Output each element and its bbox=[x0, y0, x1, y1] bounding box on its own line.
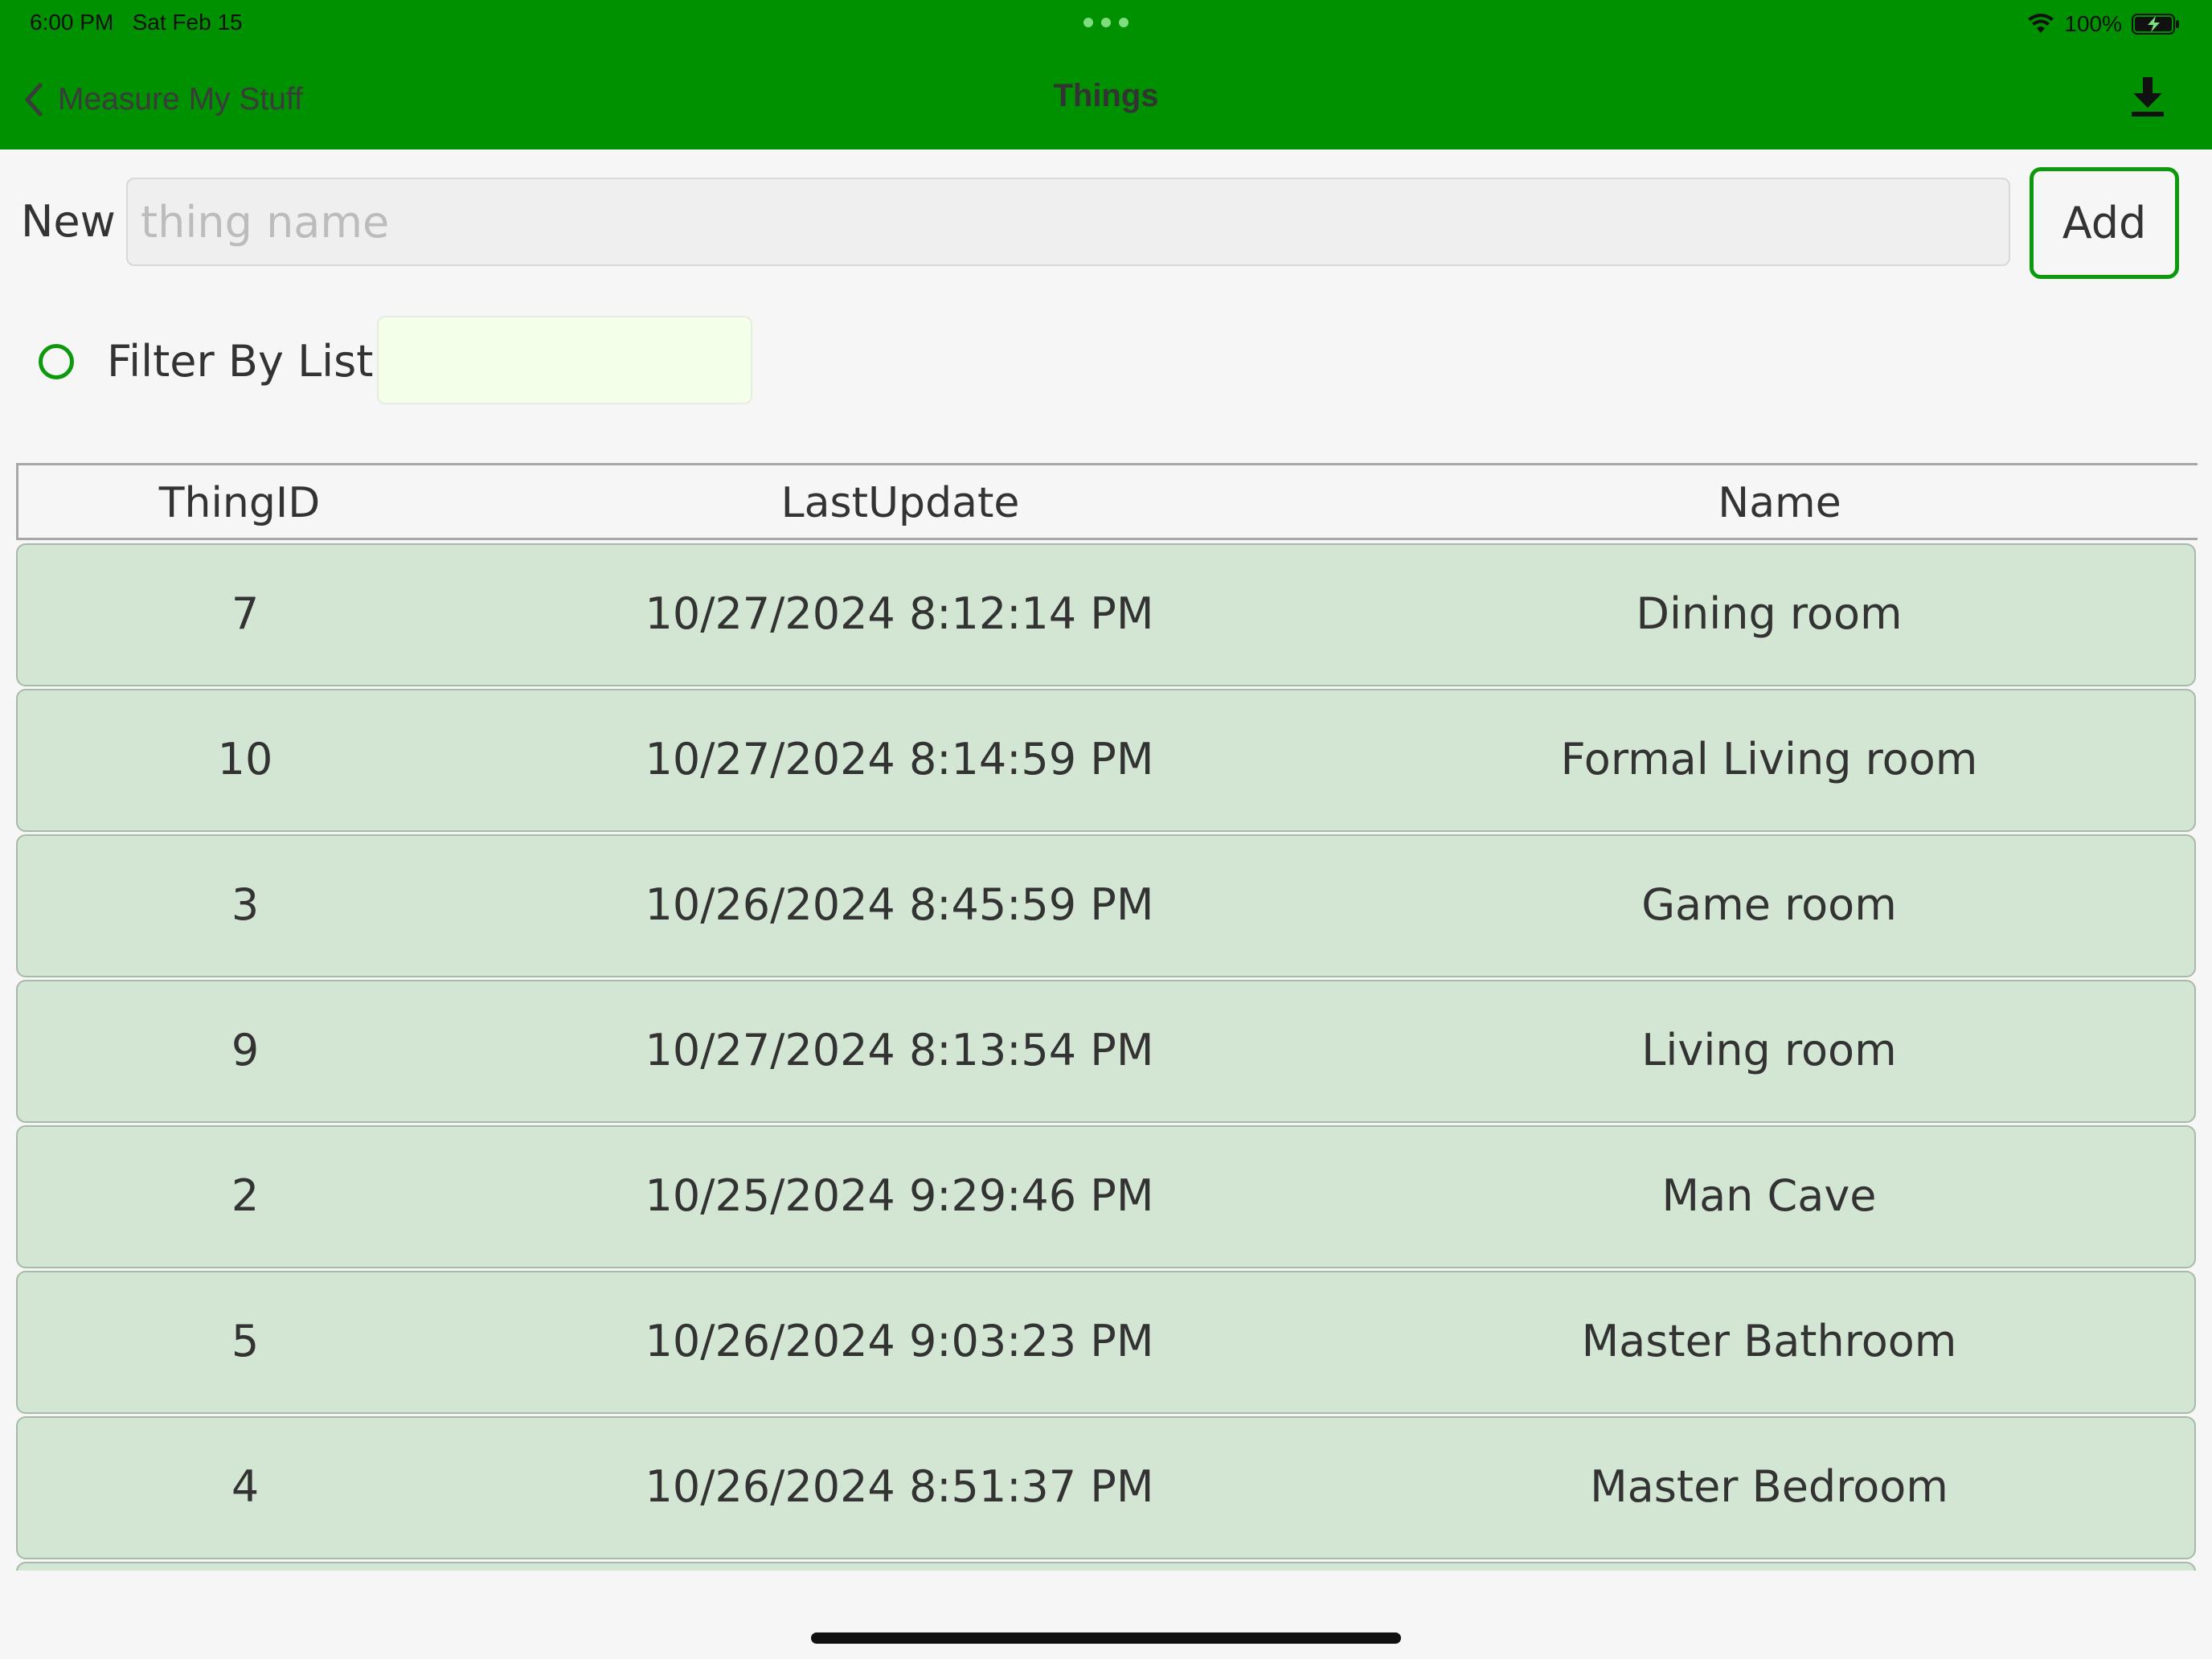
thing-id-cell: 5 bbox=[231, 1316, 260, 1366]
new-thing-label: New bbox=[21, 196, 116, 247]
thing-name-cell: Master Bedroom bbox=[1590, 1461, 1948, 1512]
thing-id-cell: 3 bbox=[231, 879, 260, 930]
table-header bbox=[16, 463, 2198, 540]
back-button[interactable]: Measure My Stuff bbox=[21, 76, 303, 124]
last-update-cell: 10/27/2024 8:14:59 PM bbox=[645, 734, 1154, 784]
last-update-cell: 10/26/2024 9:03:23 PM bbox=[645, 1316, 1154, 1366]
home-indicator[interactable] bbox=[811, 1632, 1401, 1644]
things-list[interactable]: 7 10/27/2024 8:12:14 PM Dining room 10 1… bbox=[16, 543, 2196, 1571]
column-header-thingid[interactable]: ThingID bbox=[159, 479, 321, 527]
status-time: 6:00 PM bbox=[30, 10, 114, 35]
filter-list-input[interactable] bbox=[377, 316, 752, 404]
thing-name-cell: Dining room bbox=[1636, 588, 1903, 639]
last-update-cell: 10/26/2024 8:45:59 PM bbox=[645, 879, 1154, 930]
filter-by-list-label: Filter By List bbox=[107, 336, 374, 387]
table-row-partial[interactable] bbox=[16, 1562, 2196, 1571]
table-row[interactable]: 2 10/25/2024 9:29:46 PM Man Cave bbox=[16, 1125, 2196, 1268]
battery-charging-icon bbox=[2132, 14, 2179, 35]
filter-by-list-radio[interactable] bbox=[39, 344, 74, 379]
navigation-bar: 6:00 PM Sat Feb 15 100% Measure My Stuff… bbox=[0, 0, 2212, 150]
thing-name-cell: Master Bathroom bbox=[1581, 1316, 1957, 1366]
table-row[interactable]: 3 10/26/2024 8:45:59 PM Game room bbox=[16, 834, 2196, 977]
wifi-icon bbox=[2028, 14, 2054, 33]
page-title: Things bbox=[1053, 78, 1159, 113]
thing-name-cell: Formal Living room bbox=[1560, 734, 1978, 784]
battery-percentage: 100% bbox=[2064, 11, 2122, 36]
download-icon bbox=[2132, 77, 2164, 117]
thing-name-cell: Living room bbox=[1641, 1025, 1897, 1075]
table-row[interactable]: 5 10/26/2024 9:03:23 PM Master Bathroom bbox=[16, 1271, 2196, 1414]
multitasking-dots-icon[interactable] bbox=[1083, 18, 1129, 31]
table-row[interactable]: 7 10/27/2024 8:12:14 PM Dining room bbox=[16, 543, 2196, 686]
last-update-cell: 10/27/2024 8:12:14 PM bbox=[645, 588, 1154, 639]
last-update-cell: 10/27/2024 8:13:54 PM bbox=[645, 1025, 1154, 1075]
table-row[interactable]: 4 10/26/2024 8:51:37 PM Master Bedroom bbox=[16, 1416, 2196, 1559]
thing-name-cell: Game room bbox=[1641, 879, 1897, 930]
thing-id-cell: 7 bbox=[231, 588, 260, 639]
column-header-name[interactable]: Name bbox=[1718, 479, 1841, 527]
last-update-cell: 10/26/2024 8:51:37 PM bbox=[645, 1461, 1154, 1512]
last-update-cell: 10/25/2024 9:29:46 PM bbox=[645, 1170, 1154, 1221]
table-row[interactable]: 10 10/27/2024 8:14:59 PM Formal Living r… bbox=[16, 689, 2196, 832]
table-row[interactable]: 9 10/27/2024 8:13:54 PM Living room bbox=[16, 980, 2196, 1123]
download-button[interactable] bbox=[2125, 74, 2170, 119]
status-indicators: 100% bbox=[2027, 8, 2180, 40]
thing-name-input[interactable] bbox=[126, 178, 2010, 266]
thing-id-cell: 9 bbox=[231, 1025, 260, 1075]
thing-id-cell: 10 bbox=[217, 734, 273, 784]
status-bar-time: 6:00 PM Sat Feb 15 bbox=[30, 10, 243, 35]
thing-id-cell: 4 bbox=[231, 1461, 260, 1512]
back-button-label: Measure My Stuff bbox=[58, 82, 303, 117]
thing-name-cell: Man Cave bbox=[1661, 1170, 1877, 1221]
add-button[interactable]: Add bbox=[2030, 167, 2179, 279]
thing-id-cell: 2 bbox=[231, 1170, 260, 1221]
status-date: Sat Feb 15 bbox=[132, 10, 243, 35]
chevron-left-icon bbox=[25, 83, 43, 117]
column-header-lastupdate[interactable]: LastUpdate bbox=[781, 479, 1020, 527]
